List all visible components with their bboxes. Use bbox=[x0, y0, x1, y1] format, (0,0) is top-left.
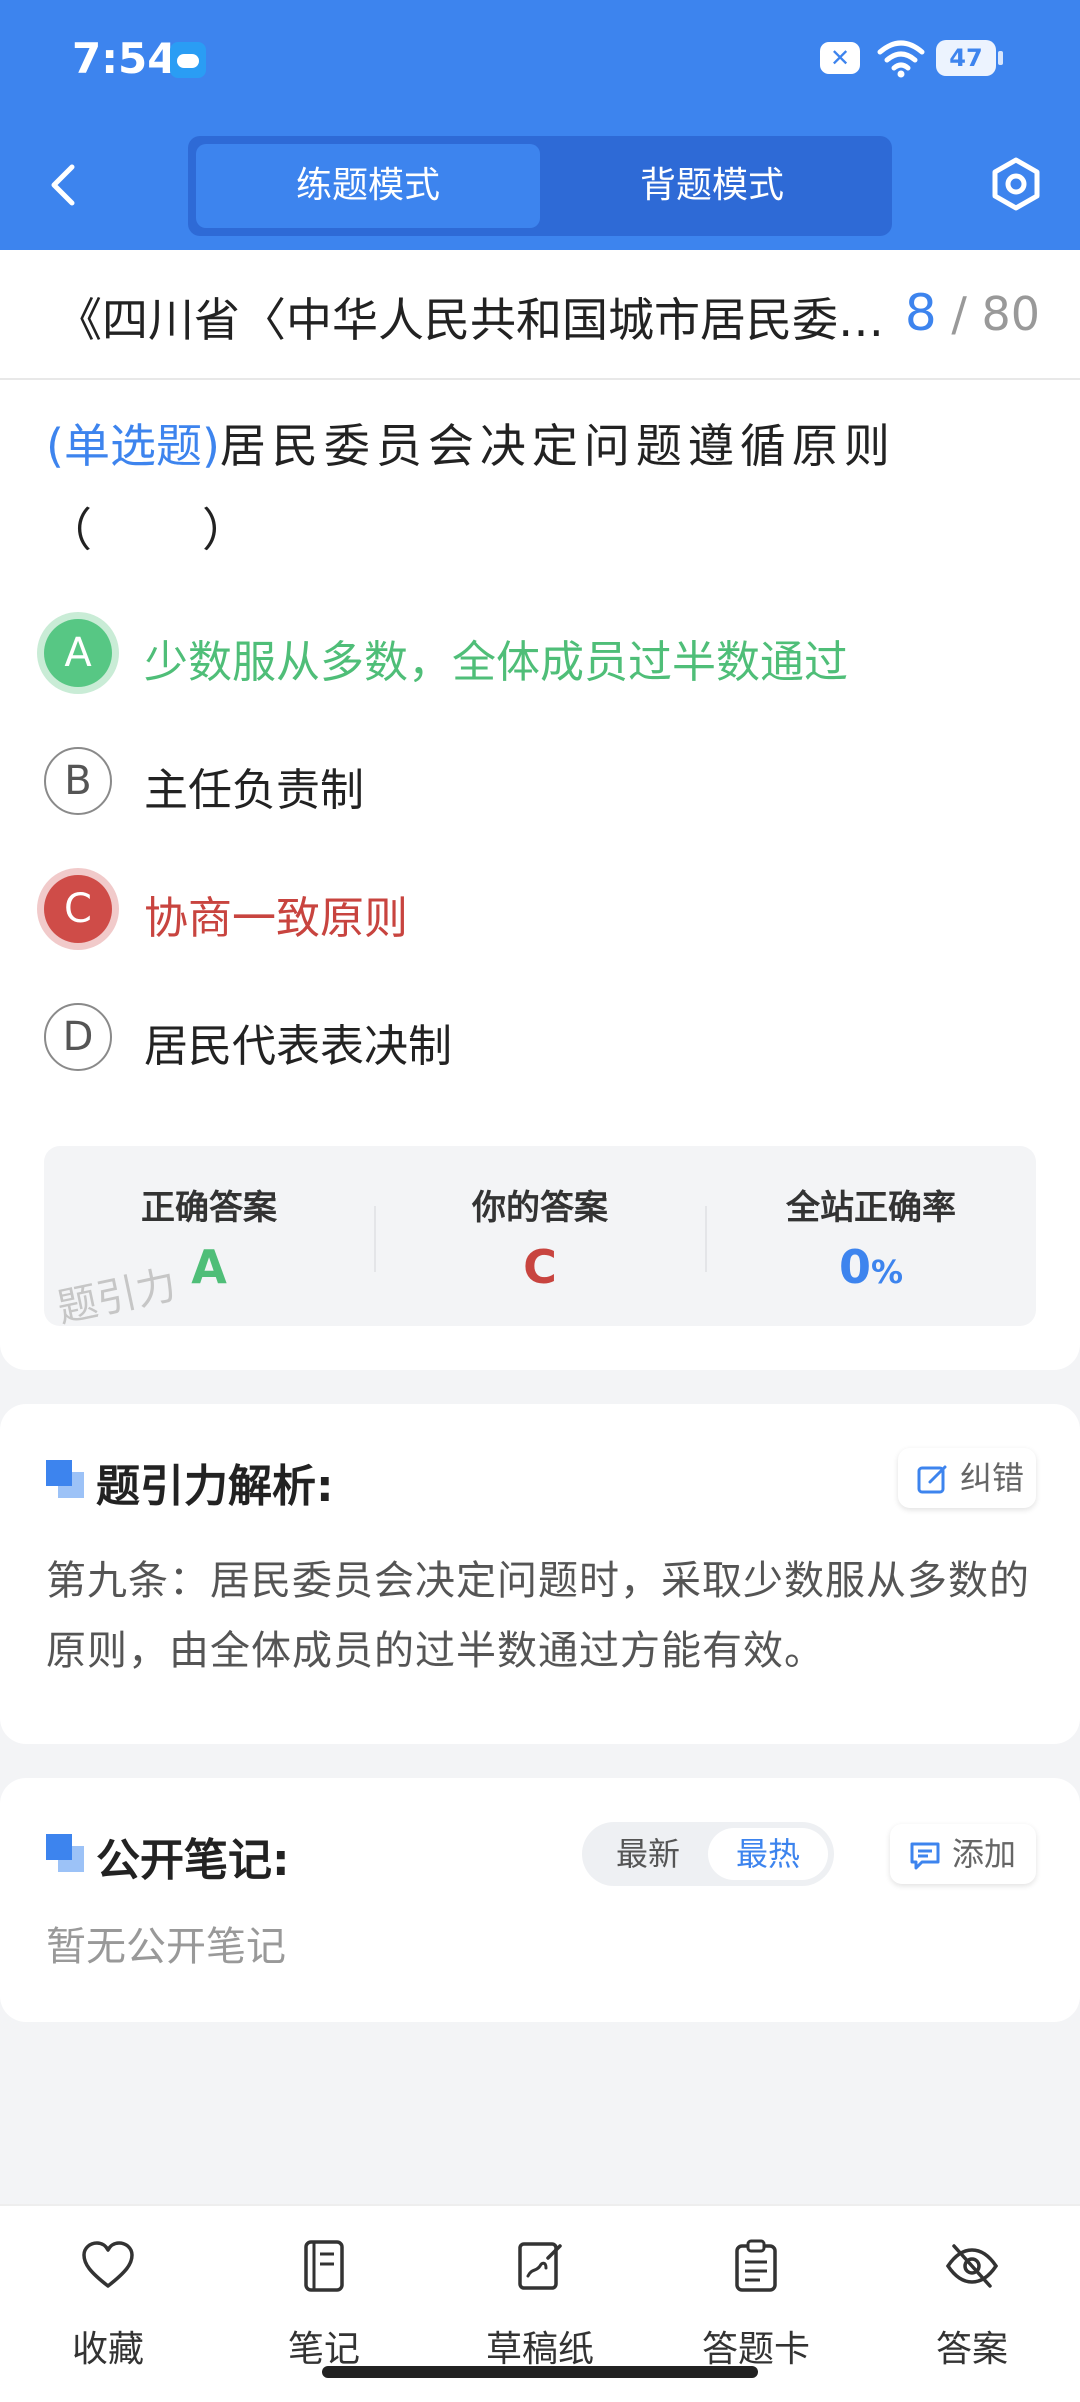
current-question-number: 8 bbox=[904, 284, 937, 342]
option-letter: D bbox=[44, 1003, 112, 1071]
notes-sort-switcher: 最新 最热 bbox=[582, 1822, 834, 1886]
question-counter[interactable]: 8 / 80 bbox=[905, 284, 1040, 342]
correct-answer-label: 正确答案 bbox=[141, 1188, 277, 1228]
option-a[interactable]: A 少数服从多数，全体成员过半数通过 bbox=[44, 610, 1044, 700]
option-text: 主任负责制 bbox=[144, 765, 364, 816]
answer-card-button[interactable]: 答题卡 bbox=[648, 2228, 864, 2370]
answer-card-icon bbox=[735, 2239, 777, 2292]
tab-practice-mode[interactable]: 练题模式 bbox=[196, 144, 540, 228]
eye-off-icon bbox=[945, 2244, 999, 2288]
settings-gear-icon[interactable] bbox=[986, 154, 1046, 214]
sort-newest[interactable]: 最新 bbox=[588, 1828, 708, 1880]
answer-card-label: 答题卡 bbox=[701, 2329, 810, 2370]
accuracy-rate-label: 全站正确率 bbox=[786, 1188, 956, 1228]
option-text: 协商一致原则 bbox=[144, 893, 408, 944]
toggle-answer-button[interactable]: 答案 bbox=[864, 2228, 1080, 2370]
analysis-text: 第九条：居民委员会决定问题时，采取少数服从多数的原则，由全体成员的过半数通过方能… bbox=[46, 1558, 1030, 1674]
empty-notes-text: 暂无公开笔记 bbox=[46, 1924, 286, 1970]
toggle-answer-label: 答案 bbox=[935, 2329, 1008, 2370]
exam-title: 《四川省〈中华人民共和国城市居民委员会组织法〉实施办法》 bbox=[56, 293, 896, 347]
analysis-card: 题引力解析: 纠错 第九条：居民委员会决定问题时，采取少数服从多数的原则，由全体… bbox=[0, 1404, 1080, 1744]
your-answer-label: 你的答案 bbox=[472, 1188, 608, 1228]
accuracy-rate-unit: % bbox=[870, 1253, 904, 1291]
mode-switcher: 练题模式 背题模式 bbox=[188, 136, 892, 236]
status-time: 7:54 bbox=[72, 34, 177, 83]
notes-label: 笔记 bbox=[287, 2329, 360, 2370]
notification-x-icon: ✕ bbox=[820, 42, 860, 74]
public-notes-title: 公开笔记: bbox=[96, 1835, 290, 1886]
option-letter: C bbox=[44, 875, 112, 943]
your-answer-value: C bbox=[523, 1240, 557, 1294]
add-note-button[interactable]: 添加 bbox=[890, 1824, 1036, 1884]
section-squares-icon bbox=[46, 1460, 86, 1500]
question-stem: (单选题)居民委员会决定问题遵循原则（ ） bbox=[46, 404, 1036, 572]
tab-recite-mode[interactable]: 背题模式 bbox=[540, 144, 884, 228]
your-answer-col: 你的答案 C bbox=[375, 1146, 705, 1326]
battery-icon: 47 bbox=[936, 40, 1003, 76]
option-text: 少数服从多数，全体成员过半数通过 bbox=[144, 637, 848, 688]
option-b[interactable]: B 主任负责制 bbox=[44, 738, 1044, 828]
option-c[interactable]: C 协商一致原则 bbox=[44, 866, 1044, 956]
question-title-row: 《四川省〈中华人民共和国城市居民委员会组织法〉实施办法》 8 / 80 bbox=[0, 250, 1080, 380]
report-error-label: 纠错 bbox=[960, 1459, 1025, 1497]
favorite-button[interactable]: 收藏 bbox=[0, 2228, 216, 2370]
accuracy-rate-col: 全站正确率 0% bbox=[706, 1146, 1036, 1326]
counter-separator: / bbox=[951, 287, 982, 341]
analysis-title: 题引力解析: bbox=[96, 1461, 334, 1512]
wifi-icon bbox=[877, 40, 925, 78]
draft-paper-icon bbox=[518, 2242, 562, 2290]
heart-icon bbox=[82, 2241, 134, 2288]
question-card: (单选题)居民委员会决定问题遵循原则（ ） A 少数服从多数，全体成员过半数通过… bbox=[0, 380, 1080, 1370]
comment-icon bbox=[910, 1842, 940, 1870]
question-type-label: (单选题) bbox=[46, 419, 220, 473]
edit-icon bbox=[917, 1465, 947, 1494]
top-bar: 7:54 ✕ 47 练题模式 背题模式 bbox=[0, 0, 1080, 250]
report-error-button[interactable]: 纠错 bbox=[898, 1448, 1036, 1508]
home-indicator[interactable] bbox=[322, 2366, 758, 2378]
option-d[interactable]: D 居民代表表决制 bbox=[44, 994, 1044, 1084]
back-button[interactable] bbox=[40, 150, 90, 220]
option-letter: A bbox=[44, 619, 112, 687]
answer-summary: 正确答案 A 你的答案 C 全站正确率 0% 题引力 bbox=[44, 1146, 1036, 1326]
sort-hottest[interactable]: 最热 bbox=[708, 1828, 828, 1880]
section-squares-icon bbox=[46, 1834, 86, 1874]
total-question-number: 80 bbox=[981, 287, 1040, 341]
draft-paper-label: 草稿纸 bbox=[485, 2329, 594, 2370]
accuracy-rate-value: 0% bbox=[706, 1240, 1036, 1294]
option-text: 居民代表表决制 bbox=[144, 1021, 452, 1072]
weather-icon bbox=[170, 42, 206, 78]
public-notes-card: 公开笔记: 最新 最热 添加 暂无公开笔记 bbox=[0, 1778, 1080, 2022]
draft-paper-button[interactable]: 草稿纸 bbox=[432, 2228, 648, 2370]
favorite-label: 收藏 bbox=[71, 2329, 144, 2370]
add-note-label: 添加 bbox=[952, 1835, 1017, 1873]
notebook-icon bbox=[304, 2240, 344, 2292]
notes-button[interactable]: 笔记 bbox=[216, 2228, 432, 2370]
option-letter: B bbox=[44, 747, 112, 815]
accuracy-rate-number: 0 bbox=[838, 1240, 871, 1294]
